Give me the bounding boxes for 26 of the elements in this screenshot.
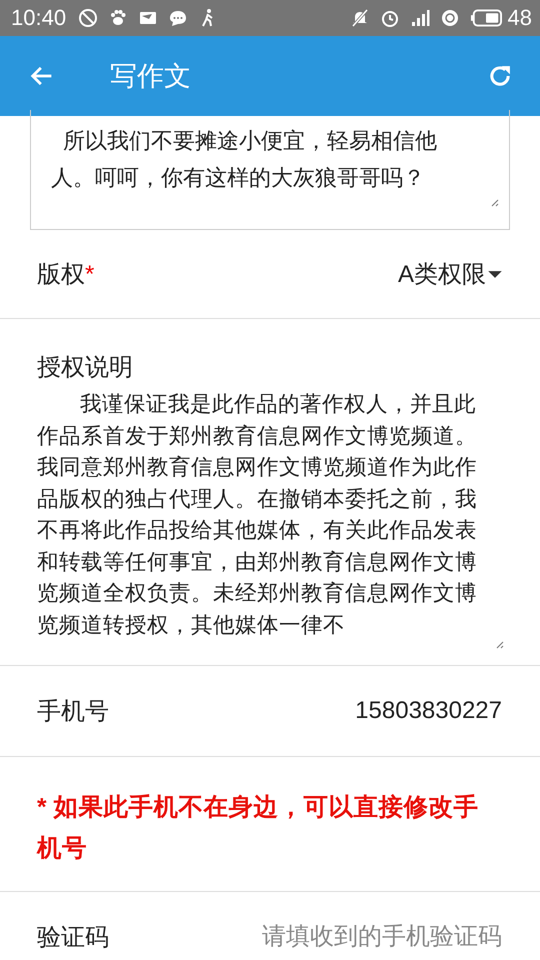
- essay-line: 人。呵呵，你有这样的大灰狼哥哥吗？: [51, 164, 425, 192]
- signal-icon: [410, 8, 430, 28]
- battery-level: 48: [508, 5, 532, 31]
- battery-icon: [470, 9, 502, 27]
- alarm-icon: [380, 8, 400, 28]
- copyright-dropdown[interactable]: A类权限: [398, 258, 502, 290]
- resize-icon: [489, 197, 499, 207]
- phone-number: 15803830227: [355, 697, 502, 725]
- essay-line: 所以我们不要摊途小便宜，轻易相信他: [63, 127, 437, 155]
- verification-code-field[interactable]: 请填收到的手机验证码: [202, 923, 502, 951]
- caret-icon: [488, 270, 502, 278]
- authorization-field[interactable]: 我谨保证我是此作品的著作权人，并且此作品系首发于郑州教育信息网作文博览频道。我同意郑州教育信息网作文博览频道作为此作品版权的独占代理人。在撤销本委托之前，我不再将此作品投给其他媒体，有关此作品发表和转载等任何事宜，由郑州教育信息网作文博览频道全权负责。未经郑州教育信息网作文博览频道转授权，其他媒体一律不: [37, 389, 504, 651]
- chat-icon: [168, 8, 188, 28]
- essay-field[interactable]: 所以我们不要摊途小便宜，轻易相信他 人。呵呵，你有这样的大灰狼哥哥吗？: [30, 110, 510, 230]
- hd-icon: [440, 8, 460, 28]
- paw-icon: [108, 8, 128, 28]
- field-label: 授权说明: [37, 354, 133, 381]
- field-label: 验证码: [37, 923, 109, 953]
- muted-bell-icon: [350, 8, 370, 28]
- warning-text: * 如果此手机不在身边，可以直接修改手机号: [0, 757, 540, 892]
- field-label: 版权*: [37, 260, 94, 290]
- blocked-icon: [78, 8, 98, 28]
- page-title: 写作文: [110, 60, 192, 93]
- resize-icon: [494, 639, 504, 649]
- status-time: 10:40: [11, 5, 66, 31]
- field-label: 手机号: [37, 697, 109, 727]
